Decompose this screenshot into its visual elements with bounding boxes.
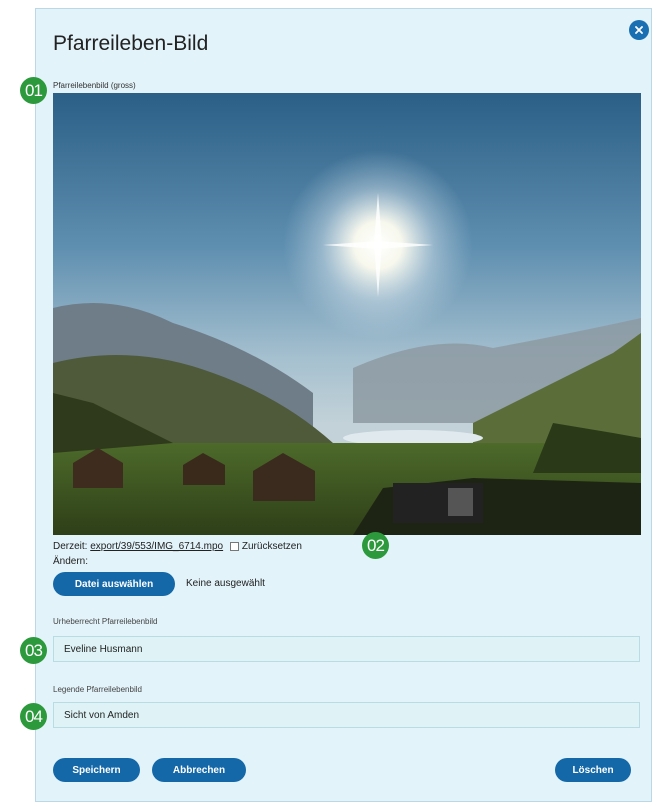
delete-button[interactable]: Löschen: [555, 758, 631, 782]
reset-checkbox[interactable]: [229, 541, 239, 551]
reset-label: Zurücksetzen: [241, 541, 302, 552]
cancel-button[interactable]: Abbrechen: [152, 758, 246, 782]
current-file-prefix: Derzeit:: [53, 541, 88, 552]
marker-badge-3: 03: [20, 637, 47, 664]
close-icon: [635, 26, 643, 34]
marker-badge-2: 02: [362, 532, 389, 559]
current-file-link[interactable]: export/39/553/IMG_6714.mpo: [90, 541, 223, 552]
legend-input[interactable]: Sicht von Amden: [53, 702, 640, 728]
save-button[interactable]: Speichern: [53, 758, 140, 782]
legend-label: Legende Pfarreilebenbild: [53, 685, 142, 694]
current-file-row: Derzeit: export/39/553/IMG_6714.mpo Zurü…: [53, 541, 302, 552]
change-label: Ändern:: [53, 556, 89, 567]
marker-badge-4: 04: [20, 703, 47, 730]
choose-file-button[interactable]: Datei auswählen: [53, 572, 175, 596]
close-button[interactable]: [629, 20, 649, 40]
marker-badge-1: 01: [20, 77, 47, 104]
landscape-photo: [53, 93, 641, 535]
dialog-title: Pfarreileben-Bild: [53, 32, 209, 55]
copyright-input[interactable]: Eveline Husmann: [53, 636, 640, 662]
no-file-text: Keine ausgewählt: [186, 578, 265, 589]
image-field-label: Pfarreilebenbild (gross): [53, 81, 136, 90]
copyright-label: Urheberrecht Pfarreilebenbild: [53, 617, 158, 626]
